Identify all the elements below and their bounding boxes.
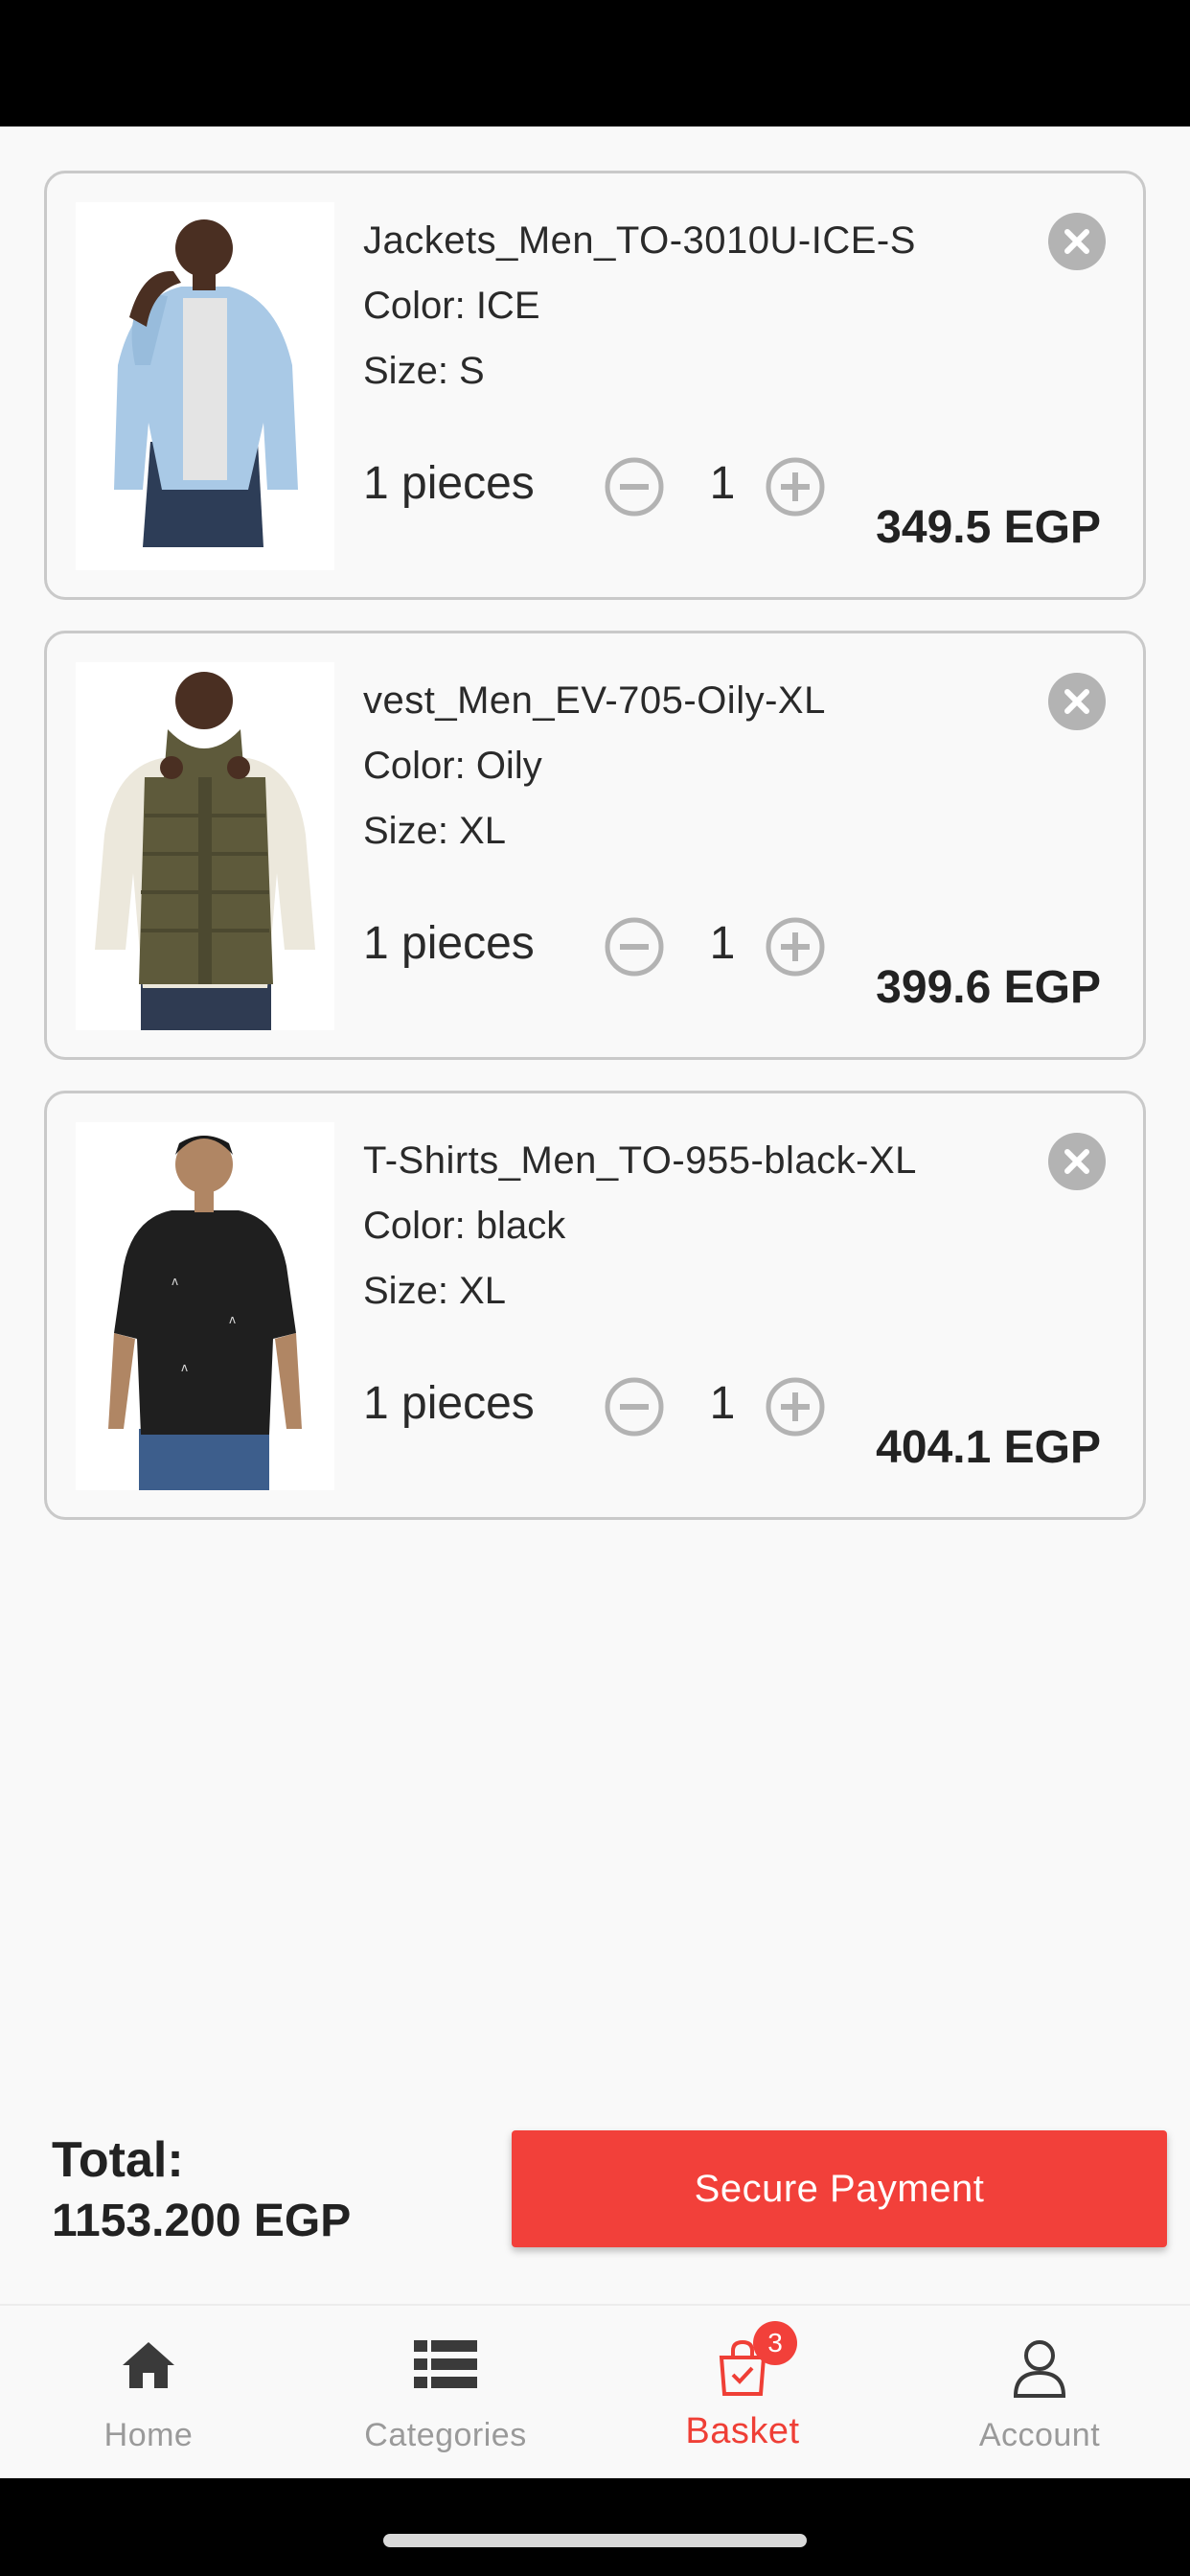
quantity-value: 1: [709, 458, 736, 509]
product-name: Jackets_Men_TO-3010U-ICE-S: [363, 219, 916, 262]
product-price: 349.5 EGP: [876, 502, 1101, 553]
home-icon: [119, 2338, 178, 2397]
product-price: 404.1 EGP: [876, 1422, 1101, 1473]
minus-circle-icon[interactable]: [605, 1377, 664, 1437]
svg-text:ᴧ: ᴧ: [229, 1313, 236, 1326]
product-size: Size: XL: [363, 1270, 506, 1312]
total-value: 1153.200 EGP: [52, 2196, 352, 2246]
tab-basket-label: Basket: [685, 2411, 800, 2451]
plus-circle-icon[interactable]: [766, 457, 825, 517]
product-photo-vest[interactable]: [76, 662, 334, 1030]
product-photo-jacket[interactable]: [76, 202, 334, 570]
list-icon: [414, 2338, 477, 2395]
close-circle-icon[interactable]: [1047, 212, 1107, 271]
product-price: 399.6 EGP: [876, 962, 1101, 1013]
tab-account-label: Account: [978, 2417, 1101, 2453]
tab-home-label: Home: [103, 2417, 194, 2453]
product-color: Color: black: [363, 1205, 566, 1247]
secure-payment-button[interactable]: Secure Payment: [512, 2130, 1167, 2247]
product-photo-tshirt[interactable]: ᴧ ᴧ ᴧ: [76, 1122, 334, 1490]
pieces-count: 1 pieces: [363, 458, 535, 509]
total-label: Total:: [52, 2132, 184, 2188]
product-name: vest_Men_EV-705-Oily-XL: [363, 679, 826, 722]
bottom-tab-bar: Home Categories Basket Account: [0, 2304, 1190, 2478]
product-size: Size: S: [363, 350, 485, 392]
tab-home[interactable]: Home: [0, 2306, 297, 2480]
svg-text:ᴧ: ᴧ: [181, 1361, 188, 1374]
tab-account[interactable]: Account: [891, 2306, 1188, 2480]
product-color: Color: ICE: [363, 285, 540, 327]
cart-item-card: Jackets_Men_TO-3010U-ICE-S Color: ICE Si…: [44, 171, 1146, 600]
user-icon: [1012, 2338, 1067, 2403]
tab-categories[interactable]: Categories: [297, 2306, 594, 2480]
pieces-count: 1 pieces: [363, 918, 535, 969]
status-bar: [0, 0, 1190, 126]
product-size: Size: XL: [363, 810, 506, 852]
plus-circle-icon[interactable]: [766, 1377, 825, 1437]
product-color: Color: Oily: [363, 745, 542, 787]
basket-count-badge: 3: [753, 2321, 797, 2365]
cart-item-card: vest_Men_EV-705-Oily-XL Color: Oily Size…: [44, 631, 1146, 1060]
close-circle-icon[interactable]: [1047, 672, 1107, 731]
tab-categories-label: Categories: [364, 2417, 527, 2453]
minus-circle-icon[interactable]: [605, 457, 664, 517]
minus-circle-icon[interactable]: [605, 917, 664, 977]
home-indicator[interactable]: [383, 2534, 807, 2547]
plus-circle-icon[interactable]: [766, 917, 825, 977]
quantity-value: 1: [709, 918, 736, 969]
product-name: T-Shirts_Men_TO-955-black-XL: [363, 1139, 917, 1182]
pieces-count: 1 pieces: [363, 1378, 535, 1429]
svg-text:ᴧ: ᴧ: [172, 1275, 178, 1288]
cart-item-card: ᴧ ᴧ ᴧ T-Shirts_Men_TO-955-black-XL Color…: [44, 1091, 1146, 1520]
quantity-value: 1: [709, 1378, 736, 1429]
tab-basket[interactable]: Basket: [594, 2306, 891, 2480]
home-indicator-area: [0, 2478, 1190, 2576]
close-circle-icon[interactable]: [1047, 1132, 1107, 1191]
